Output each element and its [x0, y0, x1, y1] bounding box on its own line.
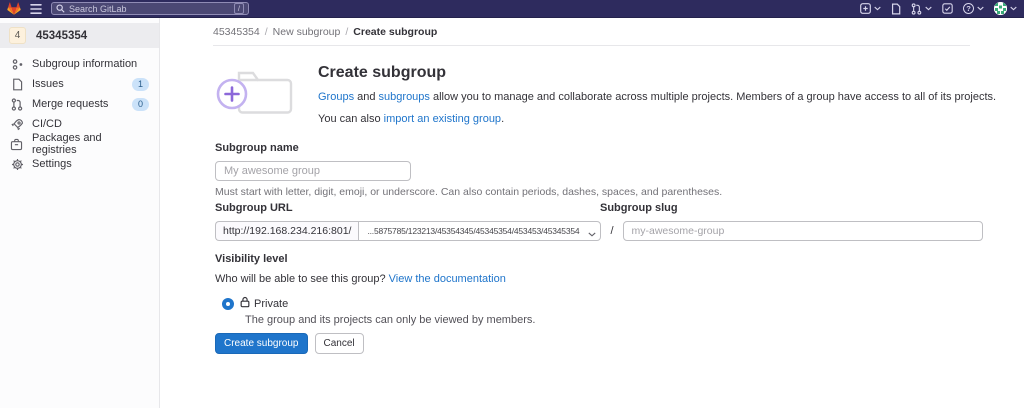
subgroup-slug-input[interactable] [622, 221, 983, 241]
sidebar-item-subgroup-information[interactable]: Subgroup information [0, 54, 159, 74]
global-search-input[interactable]: Search GitLab / [51, 2, 249, 15]
import-hint: You can also import an existing group. [318, 113, 505, 125]
new-menu-button[interactable] [860, 3, 881, 14]
visibility-question: Who will be able to see this group? View… [215, 273, 506, 285]
cancel-button[interactable]: Cancel [314, 333, 364, 354]
group-name: 45345354 [36, 29, 88, 42]
sidebar-group-header[interactable]: 4 45345354 [0, 23, 159, 48]
visibility-level-label: Visibility level [215, 253, 288, 265]
subgroup-name-help: Must start with letter, digit, emoji, or… [215, 186, 723, 198]
sidebar-item-label: CI/CD [32, 118, 62, 130]
gitlab-logo-icon[interactable] [7, 2, 21, 15]
sidebar-item-merge-requests[interactable]: Merge requests 0 [0, 94, 159, 114]
subgroups-link[interactable]: subgroups [379, 91, 430, 103]
chevron-down-icon [874, 6, 881, 11]
url-prefix: http://192.168.234.216:801/ [215, 221, 359, 241]
new-subgroup-illustration [215, 61, 297, 125]
subgroup-url-label: Subgroup URL [215, 202, 293, 214]
left-sidebar: 4 45345354 Subgroup information Issues 1 [0, 18, 160, 408]
subgroup-name-input[interactable] [215, 161, 411, 181]
issues-count-badge: 1 [131, 77, 149, 91]
subgroup-url-section: Subgroup URL Subgroup slug http://192.16… [215, 202, 983, 241]
private-visibility-option: Private [215, 296, 535, 311]
breadcrumb-new-subgroup[interactable]: New subgroup [273, 26, 341, 38]
subgroup-name-label: Subgroup name [215, 142, 299, 154]
navbar-issues-button[interactable] [891, 3, 901, 15]
breadcrumb-current: Create subgroup [353, 26, 438, 38]
groups-link[interactable]: Groups [318, 91, 354, 103]
subgroup-name-field: Subgroup name Must start with letter, di… [215, 142, 722, 198]
issues-icon [10, 78, 24, 91]
chevron-down-icon [1010, 6, 1017, 11]
breadcrumb-group[interactable]: 45345354 [213, 26, 260, 38]
subgroup-information-icon [10, 58, 24, 71]
breadcrumb-divider [213, 45, 970, 46]
private-radio-selected[interactable] [222, 297, 234, 310]
chevron-down-icon [977, 6, 984, 11]
sidebar-menu: Subgroup information Issues 1 Merge requ… [0, 54, 159, 174]
merge-request-icon [10, 97, 24, 111]
sidebar-item-label: Packages and registries [31, 132, 102, 156]
top-navbar: Search GitLab / ? [0, 0, 1024, 18]
form-actions: Create subgroup Cancel [215, 333, 364, 354]
page-title: Create subgroup [318, 64, 447, 81]
visibility-section: Visibility level Who will be able to see… [215, 253, 535, 326]
user-menu-button[interactable] [994, 2, 1017, 15]
create-subgroup-button[interactable]: Create subgroup [215, 333, 308, 354]
breadcrumb: 45345354 / New subgroup / Create subgrou… [213, 26, 437, 38]
sidebar-item-label: Issues [32, 78, 64, 90]
page-description: Groups and subgroups allow you to manage… [318, 91, 997, 103]
breadcrumb-separator: / [345, 26, 349, 38]
chevron-down-icon [588, 229, 597, 239]
group-avatar: 4 [9, 27, 26, 44]
gear-icon [10, 158, 24, 171]
navbar-actions: ? [860, 2, 1017, 15]
navbar-merge-requests-button[interactable] [911, 2, 932, 15]
page-header: Create subgroup Groups and subgroups all… [215, 61, 996, 125]
search-icon [56, 4, 65, 13]
sidebar-item-packages-registries[interactable]: Packages and registries [0, 132, 159, 156]
merge-requests-count-badge: 0 [131, 97, 149, 111]
parent-group-select[interactable]: ...5875785/123213/45354345/45345354/4534… [358, 221, 602, 241]
sidebar-item-label: Settings [32, 158, 72, 170]
user-avatar-identicon [994, 2, 1007, 15]
view-documentation-link[interactable]: View the documentation [389, 273, 506, 285]
package-icon [10, 138, 24, 151]
private-description: The group and its projects can only be v… [245, 314, 536, 326]
rocket-icon [10, 118, 24, 131]
gitlab-create-subgroup-page: Search GitLab / ? 4 45345354 Subgroup in… [0, 0, 1024, 408]
breadcrumb-separator: / [264, 26, 268, 38]
sidebar-item-label: Merge requests [32, 98, 109, 110]
main-content: 45345354 / New subgroup / Create subgrou… [160, 18, 1024, 408]
subgroup-slug-label: Subgroup slug [600, 202, 678, 214]
sidebar-item-settings[interactable]: Settings [0, 154, 159, 174]
hamburger-menu-icon[interactable] [30, 3, 42, 14]
private-label: Private [254, 297, 289, 310]
search-placeholder-text: Search GitLab [69, 3, 127, 14]
sidebar-item-label: Subgroup information [32, 58, 138, 70]
lock-icon [240, 296, 250, 311]
todo-list-button[interactable] [942, 3, 953, 14]
sidebar-item-issues[interactable]: Issues 1 [0, 74, 159, 94]
import-existing-group-link[interactable]: import an existing group [384, 113, 501, 125]
chevron-down-icon [925, 6, 932, 11]
path-separator: / [610, 225, 614, 237]
help-menu-button[interactable]: ? [963, 3, 984, 14]
search-shortcut-key: / [233, 3, 244, 14]
sidebar-item-cicd[interactable]: CI/CD [0, 114, 159, 134]
help-icon: ? [963, 3, 974, 14]
page-header-text: Create subgroup Groups and subgroups all… [318, 61, 996, 125]
